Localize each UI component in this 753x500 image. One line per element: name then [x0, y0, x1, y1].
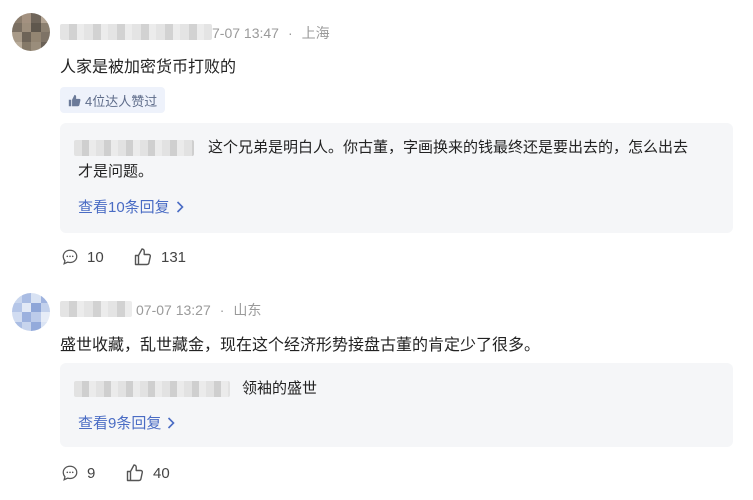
comment-text: 人家是被加密货币打败的 [60, 59, 237, 76]
view-replies-link[interactable]: 查看10条回复 [78, 196, 184, 217]
reply-text: 领袖的盛世 [242, 377, 317, 401]
comment-count-button[interactable]: 9 [61, 464, 95, 482]
reply-text-line1: 这个兄弟是明白人。你古董，字画换来的钱最终还是要出去的，怎么出去 [208, 139, 689, 156]
comment-icon [62, 249, 78, 265]
comment-timestamp: 07-07 13:27 [136, 302, 211, 318]
reply-text: 这个兄弟是明白人。你古董，字画换来的钱最终还是要出去的，怎么出去 [208, 136, 688, 160]
view-replies-link[interactable]: 查看9条回复 [78, 412, 175, 433]
comment-count: 10 [87, 248, 104, 266]
comment-timestamp: 7-07 13:47 [212, 25, 279, 41]
reply-preview-box: 领袖的盛世 查看9条回复 [60, 363, 733, 447]
username-blurred[interactable] [60, 24, 212, 40]
comment-text: 盛世收藏，乱世藏金，现在这个经济形势接盘古董的肯定少了很多。 [60, 337, 541, 354]
comment-meta: 7-07 13:47 · 上海 [212, 23, 330, 43]
liked-by-badge[interactable]: 4位达人赞过 [60, 87, 166, 113]
comment-location: 山东 [233, 302, 262, 318]
chevron-right-icon [176, 200, 184, 213]
comment-location: 上海 [301, 25, 330, 41]
like-button[interactable]: 131 [133, 247, 186, 267]
like-icon [134, 248, 152, 266]
username-blurred[interactable] [60, 301, 132, 317]
reply-text-line1: 领袖的盛世 [242, 380, 318, 397]
meta-separator: · [219, 302, 225, 318]
comment-count: 9 [87, 464, 96, 482]
comment-meta: 07-07 13:27 · 山东 [136, 300, 261, 320]
like-count: 40 [153, 464, 170, 482]
reply-text-line2: 才是问题。 [78, 163, 154, 180]
avatar[interactable] [12, 13, 50, 51]
reply-username-blurred[interactable] [74, 140, 194, 156]
like-button[interactable]: 40 [125, 463, 170, 483]
like-count: 131 [161, 248, 187, 266]
reply-preview-box: 这个兄弟是明白人。你古董，字画换来的钱最终还是要出去的，怎么出去 才是问题。 查… [60, 123, 733, 233]
liked-by-label: 4位达人赞过 [85, 93, 158, 109]
comment-icon [62, 465, 78, 481]
chevron-right-icon [168, 416, 175, 429]
view-replies-label: 查看10条回复 [78, 199, 170, 216]
comment-count-button[interactable]: 10 [61, 248, 104, 266]
meta-separator: · [287, 25, 293, 41]
reply-username-blurred[interactable] [74, 381, 230, 397]
like-icon [126, 464, 144, 482]
thumbs-up-icon [68, 94, 81, 106]
view-replies-label: 查看9条回复 [78, 415, 162, 432]
avatar[interactable] [12, 293, 50, 331]
reply-text-continued: 才是问题。 [78, 160, 153, 184]
